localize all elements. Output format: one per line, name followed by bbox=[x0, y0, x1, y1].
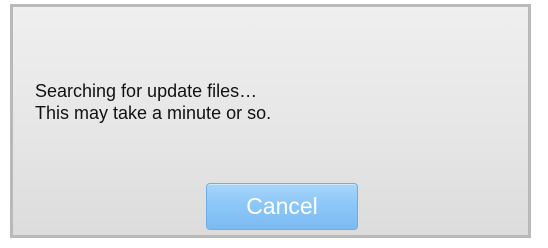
status-message-line-1: Searching for update files… bbox=[35, 81, 258, 101]
cancel-button[interactable]: Cancel bbox=[206, 183, 358, 230]
status-message-line-2: This may take a minute or so. bbox=[35, 103, 272, 123]
status-message: Searching for update files… This may tak… bbox=[35, 80, 271, 124]
update-search-dialog: Searching for update files… This may tak… bbox=[10, 4, 531, 238]
